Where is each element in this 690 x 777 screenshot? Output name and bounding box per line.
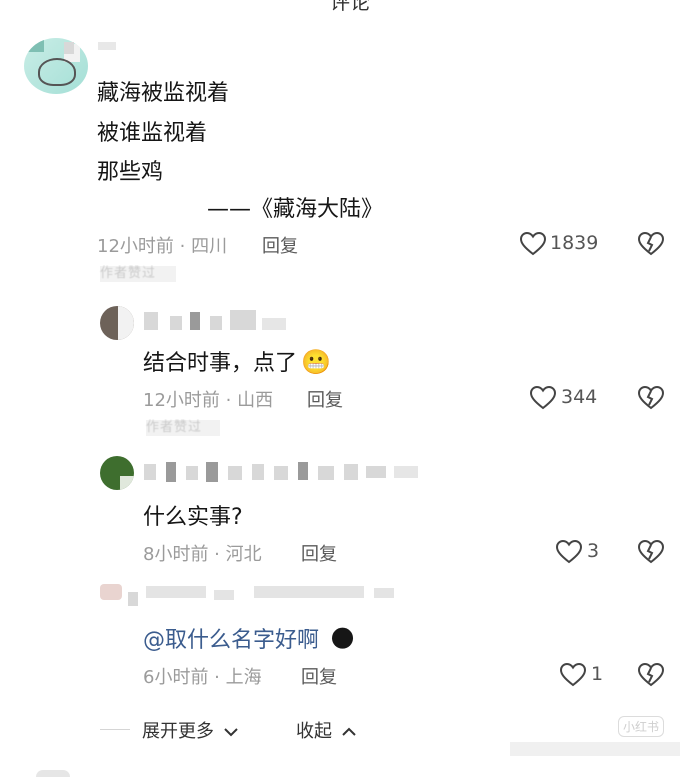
- chevron-up-icon: [342, 727, 356, 736]
- comment-time-location: 12小时前 · 四川: [97, 236, 228, 257]
- reply-text: 什么实事?: [143, 505, 243, 530]
- mention-link[interactable]: @取什么名字好啊: [143, 628, 319, 653]
- heart-icon[interactable]: [520, 232, 546, 256]
- like-count: 344: [561, 386, 598, 408]
- comment-line: 藏海被监视着: [97, 81, 230, 106]
- avatar[interactable]: [100, 306, 134, 340]
- reply-button[interactable]: 回复: [301, 663, 337, 689]
- heart-icon[interactable]: [530, 386, 556, 410]
- reply-button[interactable]: 回复: [301, 540, 337, 566]
- emoji-icon: 🌑: [330, 625, 356, 653]
- emoji-icon: 😬: [301, 348, 331, 376]
- reply-button[interactable]: 回复: [307, 386, 343, 412]
- heart-icon[interactable]: [556, 540, 582, 564]
- chevron-down-icon: [224, 728, 238, 737]
- reply-text: 结合时事，点了 😬: [143, 348, 331, 376]
- reply-button[interactable]: 回复: [262, 232, 298, 258]
- avatar[interactable]: [100, 584, 122, 600]
- reply-text: @取什么名字好啊 🌑: [143, 622, 355, 654]
- reply-time-location: 6小时前 · 上海: [143, 667, 262, 688]
- username-blurred[interactable]: [128, 592, 138, 606]
- avatar[interactable]: [24, 38, 88, 94]
- comment-line: 那些鸡: [97, 160, 164, 185]
- header-title-partial: 评论: [330, 0, 370, 14]
- username-blurred[interactable]: [144, 312, 158, 330]
- comment-attribution: ——《藏海大陆》: [207, 197, 384, 222]
- broken-heart-icon[interactable]: [638, 232, 664, 256]
- watermark-logo: 小红书: [618, 716, 665, 737]
- like-count: 3: [587, 540, 600, 562]
- avatar[interactable]: [100, 456, 134, 490]
- username-blurred[interactable]: [64, 42, 74, 54]
- reply-time-location: 8小时前 · 河北: [143, 544, 262, 565]
- broken-heart-icon[interactable]: [638, 663, 664, 687]
- broken-heart-icon[interactable]: [638, 540, 664, 564]
- heart-icon[interactable]: [560, 663, 586, 687]
- thread-divider: [100, 729, 130, 730]
- collapse-button[interactable]: 收起: [296, 717, 356, 743]
- broken-heart-icon[interactable]: [638, 386, 664, 410]
- like-count: 1: [591, 663, 604, 685]
- expand-more-button[interactable]: 展开更多: [142, 717, 238, 743]
- username-blurred[interactable]: [144, 464, 156, 480]
- comment-line: 被谁监视着: [97, 121, 208, 146]
- reply-time-location: 12小时前 · 山西: [143, 390, 274, 411]
- like-count: 1839: [550, 232, 599, 254]
